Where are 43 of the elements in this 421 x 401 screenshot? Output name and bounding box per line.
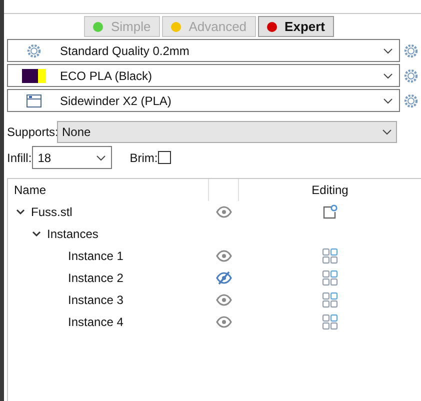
preset-combo[interactable]: Sidewinder X2 (PLA) [7,89,400,112]
grid-icon[interactable] [322,248,338,264]
chevron-down-icon [382,129,392,135]
caret-icon[interactable] [32,231,41,237]
chevron-down-icon [96,154,106,160]
eye-icon[interactable] [216,205,232,219]
print-settings-icon[interactable] [26,42,42,58]
tree-item-label[interactable]: Instance 4 [68,313,124,331]
grid-icon[interactable] [322,292,338,308]
column-header[interactable]: Name [8,179,209,201]
grid-icon[interactable] [322,314,338,330]
gear-icon[interactable] [403,68,419,84]
chevron-down-icon [383,48,393,54]
caret-icon[interactable] [16,209,25,215]
infill-label: Infill: [7,150,32,166]
tree-item-label[interactable]: Instance 1 [68,247,124,265]
preset-value: Sidewinder X2 (PLA) [60,92,172,110]
brim-label: Brim: [130,150,158,166]
tree-item-label[interactable]: Instance 3 [68,291,124,309]
eye-icon[interactable] [216,293,232,307]
supports-combo[interactable]: None [57,121,397,143]
preset-combo[interactable]: ECO PLA (Black) [7,64,400,87]
infill-combo[interactable]: 18 [32,146,112,169]
eye-slash-icon[interactable] [216,271,232,285]
grid-icon[interactable] [322,270,338,286]
mode-tab[interactable]: Expert [258,16,334,37]
column-header[interactable]: Editing [239,181,421,199]
tree-item-label[interactable]: Instances [47,225,98,243]
gear-icon[interactable] [403,92,419,108]
eye-icon[interactable] [216,315,232,329]
object-settings-icon[interactable] [322,204,338,220]
preset-value: ECO PLA (Black) [60,68,154,84]
printer-icon [26,94,42,108]
preset-combo[interactable]: Standard Quality 0.2mm [7,39,400,62]
chevron-down-icon [383,72,393,78]
gear-icon[interactable] [403,42,419,58]
preset-value: Standard Quality 0.2mm [60,42,190,60]
tree-item-label[interactable]: Instance 2 [68,269,124,287]
supports-label: Supports: [7,124,57,141]
brim-checkbox[interactable] [158,151,171,164]
tree-item-label[interactable]: Fuss.stl [31,203,72,221]
eye-icon[interactable] [216,249,232,263]
chevron-down-icon [383,98,393,104]
